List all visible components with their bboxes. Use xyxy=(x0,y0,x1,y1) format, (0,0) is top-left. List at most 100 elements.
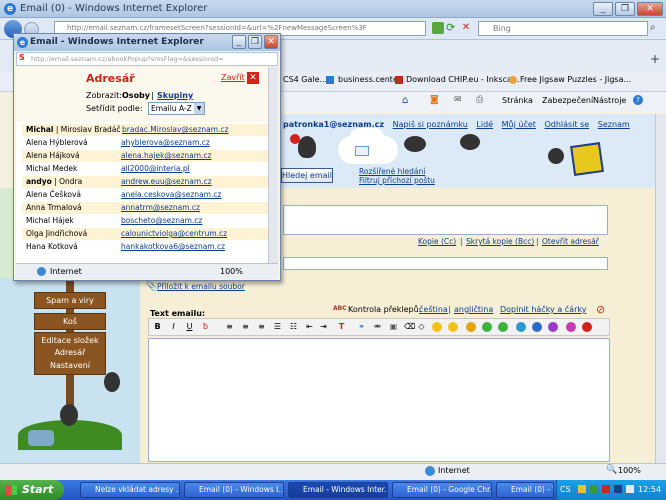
smiley-icon[interactable] xyxy=(448,322,458,332)
show-persons[interactable]: Osoby xyxy=(122,91,150,100)
bullet-list-icon[interactable]: ☷ xyxy=(288,321,299,332)
home-icon[interactable]: ⌂ xyxy=(402,95,408,106)
account-link[interactable]: Můj účet xyxy=(502,120,536,129)
smiley-icon[interactable] xyxy=(432,322,442,332)
security-menu[interactable]: Zabezpečení xyxy=(542,96,593,105)
stop-icon[interactable]: ✕ xyxy=(460,22,472,34)
open-addressbook-link[interactable]: Otevřít adresář xyxy=(542,237,599,246)
link-icon[interactable]: ⚭ xyxy=(356,321,367,332)
main-scrollbar[interactable] xyxy=(655,114,666,463)
clear-format-icon[interactable]: ⌫ xyxy=(404,321,415,332)
help-icon[interactable]: ? xyxy=(633,95,643,105)
to-field[interactable] xyxy=(283,205,608,235)
contact-row[interactable]: Alena Hájková alena.hajek@seznam.cz xyxy=(22,150,272,162)
smiley-icon[interactable] xyxy=(582,322,592,332)
note-link[interactable]: Napiš si poznámku xyxy=(393,120,468,129)
smiley-icon[interactable] xyxy=(548,322,558,332)
contact-row[interactable]: Olga Jindřichová calounictviolga@centrum.… xyxy=(22,228,272,240)
italic-icon[interactable]: I xyxy=(168,321,179,332)
contact-row[interactable]: Michal | Miroslav Bradáč bradac.Miroslav@… xyxy=(22,124,272,136)
favorite-link[interactable]: CS4 Gale... xyxy=(283,75,327,84)
contact-email[interactable]: all2000@interia.pl xyxy=(121,163,190,175)
contact-email[interactable]: annatrm@seznam.cz xyxy=(121,202,200,214)
contact-email[interactable]: calounictviolga@centrum.cz xyxy=(121,228,227,240)
tray-icon[interactable] xyxy=(614,485,622,493)
taskbar-item[interactable]: Email (0) - Google Chr... xyxy=(392,482,492,498)
attach-file-link[interactable]: Přiložit k emailu soubor xyxy=(157,282,245,291)
start-button[interactable]: Start xyxy=(0,480,64,500)
spellcheck-czech[interactable]: čeština xyxy=(419,305,448,314)
contact-row[interactable]: Alena Češková anela.ceskova@seznam.cz xyxy=(22,189,272,201)
popup-close-button[interactable]: ✕ xyxy=(264,35,278,49)
contact-row[interactable]: andyo | Ondra andrew.euu@seznam.cz xyxy=(22,176,272,188)
minimize-button[interactable]: _ xyxy=(593,2,613,16)
tools-menu[interactable]: Nástroje xyxy=(593,96,626,105)
underline-icon[interactable]: U xyxy=(184,321,195,332)
people-link[interactable]: Lidé xyxy=(476,120,493,129)
taskbar-item[interactable]: Email (0) - Windows I... xyxy=(496,482,554,498)
compat-icon[interactable] xyxy=(432,22,444,34)
contact-email[interactable]: ahyblerova@seznam.cz xyxy=(121,137,210,149)
close-button[interactable]: ✕ xyxy=(637,2,663,16)
unlink-icon[interactable]: ⚮ xyxy=(372,321,383,332)
favorite-link[interactable]: business.center xyxy=(338,75,401,84)
mail-icon[interactable]: ✉ xyxy=(454,95,462,105)
volume-icon[interactable] xyxy=(626,485,634,493)
taskbar-item[interactable]: Nelze vkládat adresy ... xyxy=(80,482,180,498)
strike-icon[interactable]: ƀ xyxy=(200,321,211,332)
align-center-icon[interactable]: ≡ xyxy=(240,321,251,332)
smiley-icon[interactable] xyxy=(516,322,526,332)
cc-link[interactable]: Kopie (Cc) xyxy=(418,237,456,246)
search-box[interactable]: Bing xyxy=(478,21,648,36)
contact-email[interactable]: alena.hajek@seznam.cz xyxy=(121,150,211,162)
refresh-icon[interactable]: ⟳ xyxy=(446,22,458,34)
filter-mail-link[interactable]: Filtruj příchozí poštu xyxy=(359,176,435,185)
align-right-icon[interactable]: ≡ xyxy=(256,321,267,332)
html-source-icon[interactable]: ◇ xyxy=(416,321,427,332)
advanced-search-link[interactable]: Rozšířené hledání xyxy=(359,167,425,176)
popup-zoom-level[interactable]: 100% xyxy=(220,267,243,276)
popup-scrollbar[interactable] xyxy=(268,67,278,263)
new-tab-icon[interactable]: + xyxy=(650,52,660,66)
maximize-button[interactable]: ❐ xyxy=(615,2,635,16)
feeds-icon[interactable]: ◙ xyxy=(430,95,439,105)
subject-field[interactable] xyxy=(283,257,608,270)
image-icon[interactable]: ▣ xyxy=(388,321,399,332)
sidebar-item-trash[interactable]: Koš xyxy=(34,313,106,330)
page-menu[interactable]: Stránka xyxy=(502,96,533,105)
smiley-icon[interactable] xyxy=(482,322,492,332)
favorite-link[interactable]: Free Jigsaw Puzzles - Jigsa... xyxy=(520,75,631,84)
bold-icon[interactable]: B xyxy=(152,321,163,332)
smiley-icon[interactable] xyxy=(498,322,508,332)
outdent-icon[interactable]: ⇤ xyxy=(304,321,315,332)
contact-row[interactable]: Hana Kotková hankakotkova6@seznam.cz xyxy=(22,241,272,253)
favorite-link[interactable]: Download CHIP.eu - Inksca... xyxy=(406,75,520,84)
tray-icon[interactable] xyxy=(590,485,598,493)
contact-row[interactable]: Michal Hájek boscheto@seznam.cz xyxy=(22,215,272,227)
contact-email[interactable]: hankakotkova6@seznam.cz xyxy=(121,241,225,253)
taskbar-item-active[interactable]: Email - Windows Inter... xyxy=(288,482,388,498)
contact-row[interactable]: Alena Hýblerová ahyblerova@seznam.cz xyxy=(22,137,272,149)
add-diacritics-link[interactable]: Doplnit háčky a čárky xyxy=(500,305,586,314)
smiley-icon[interactable] xyxy=(566,322,576,332)
font-color-icon[interactable]: T xyxy=(336,321,347,332)
search-email-button[interactable]: Hledej email xyxy=(281,168,333,183)
align-left-icon[interactable]: ≡ xyxy=(224,321,235,332)
taskbar-item[interactable]: Email (0) - Windows I... xyxy=(184,482,284,498)
tray-icon[interactable] xyxy=(578,485,586,493)
sidebar-item-spam[interactable]: Spam a viry xyxy=(34,292,106,309)
smiley-icon[interactable] xyxy=(532,322,542,332)
numbered-list-icon[interactable]: ☰ xyxy=(272,321,283,332)
search-icon[interactable]: ⌕ xyxy=(650,22,656,33)
contact-row[interactable]: Michal Medek all2000@interia.pl xyxy=(22,163,272,175)
smiley-icon[interactable] xyxy=(466,322,476,332)
indent-icon[interactable]: ⇥ xyxy=(318,321,329,332)
print-icon[interactable]: ⎙ xyxy=(476,95,483,105)
zoom-level[interactable]: 100% xyxy=(618,466,641,475)
contact-row[interactable]: Anna Trmalová annatrm@seznam.cz xyxy=(22,202,272,214)
seznam-link[interactable]: Seznam xyxy=(598,120,630,129)
contact-email[interactable]: anela.ceskova@seznam.cz xyxy=(121,189,221,201)
no-format-icon[interactable]: ⊘ xyxy=(596,303,605,316)
sidebar-item-settings[interactable]: Nastavení xyxy=(34,358,106,375)
close-icon[interactable]: ✕ xyxy=(247,72,259,84)
